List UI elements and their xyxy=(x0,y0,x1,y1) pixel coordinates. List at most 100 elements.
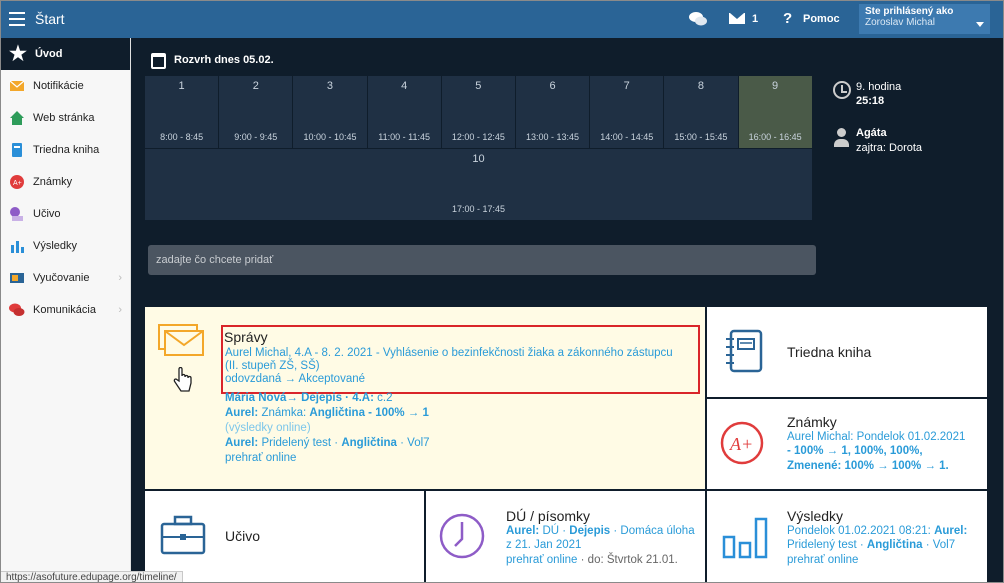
message-sender: Aurel: xyxy=(225,407,259,419)
message-status: odovzdaná → Akceptované xyxy=(225,373,366,385)
homework-tile[interactable]: DÚ / písomky Aurel: DÚ · Dejepis · Domác… xyxy=(426,491,705,582)
curriculum-tile[interactable]: Učivo xyxy=(145,491,424,582)
list-item[interactable]: Aurel: DÚ · Dejepis · Domáca úloha z 21.… xyxy=(506,524,701,553)
grades-title: Známky xyxy=(787,414,837,430)
message-kind: Pridelený test · xyxy=(261,437,339,449)
hamburger-menu-icon[interactable] xyxy=(9,12,25,26)
lesson-number: 1 xyxy=(178,80,185,92)
class-book-tile[interactable]: Triedna kniha xyxy=(707,307,987,397)
book-icon xyxy=(12,143,22,157)
sidebar-item-komunikacia[interactable]: Komunikácia › xyxy=(1,294,130,326)
lesson-cell[interactable]: 1 8:00 - 8:45 xyxy=(145,76,220,148)
sidebar-item-label: Známky xyxy=(33,176,73,188)
list-item[interactable]: Pondelok 01.02.2021 08:21: Aurel: xyxy=(787,524,983,539)
mail-count-badge: 1 xyxy=(752,13,759,25)
play-online-link[interactable]: prehrať online xyxy=(506,554,577,566)
homework-title: DÚ / písomky xyxy=(506,508,591,524)
sidebar-item-uvod[interactable]: ★ Úvod xyxy=(1,38,130,70)
sidebar-item-vysledky[interactable]: Výsledky xyxy=(1,230,130,262)
arrow-text: → xyxy=(286,392,298,404)
grades-line[interactable]: Aurel Michal: Pondelok 01.02.2021 xyxy=(787,430,983,445)
homework-student: Aurel: xyxy=(506,524,540,537)
lesson-cell-current[interactable]: 9 16:00 - 16:45 xyxy=(738,76,813,148)
sidebar-item-label: Úvod xyxy=(34,48,63,60)
sidebar-item-label: Notifikácie xyxy=(33,80,84,92)
help-icon[interactable]: ? xyxy=(783,10,792,27)
mail-icon[interactable] xyxy=(729,13,745,24)
message-sender: Mária Nová xyxy=(225,392,287,404)
chat-icon xyxy=(9,303,25,316)
list-item[interactable]: Mária Nová→ Dejepis · 4.A: c.2 xyxy=(225,391,697,406)
status-bar-url: https://asofuture.edupage.org/timeline/ xyxy=(1,571,183,582)
lesson-number: 9 xyxy=(772,80,779,92)
lesson-number: 3 xyxy=(326,80,334,92)
results-tile[interactable]: Výsledky Pondelok 01.02.2021 08:21: Aure… xyxy=(707,491,987,582)
message-subject-link[interactable]: Aurel Michal, 4.A - 8. 2. 2021 - Vyhláse… xyxy=(225,347,697,360)
grades-changed-label: Zmenené: xyxy=(787,459,842,472)
sidebar-item-ucivo[interactable]: Učivo xyxy=(1,198,130,230)
lesson-number: 6 xyxy=(549,80,556,92)
lesson-time: 14:00 - 14:45 xyxy=(600,132,654,142)
lesson-cell[interactable]: 6 13:00 - 13:45 xyxy=(515,76,591,148)
lesson-time: 11:00 - 11:45 xyxy=(378,132,431,142)
message-rest: · Vol7 xyxy=(400,437,430,449)
messages-tile[interactable]: Správy Aurel Michal, 4.A - 8. 2. 2021 - … xyxy=(145,307,705,489)
homework-subject: Dejepis xyxy=(569,524,611,537)
grades-content: Známky Aurel Michal: Pondelok 01.02.2021… xyxy=(787,415,983,473)
lesson-number: 2 xyxy=(252,80,259,92)
lesson-cell[interactable]: 2 9:00 - 9:45 xyxy=(219,76,294,148)
sidebar-item-web-stranka[interactable]: Web stránka xyxy=(1,102,130,134)
grades-changed-values[interactable]: 100% → 100% → 1. xyxy=(845,460,949,472)
homework-content: DÚ / písomky Aurel: DÚ · Dejepis · Domác… xyxy=(506,509,701,567)
page-title: Štart xyxy=(35,11,65,27)
notebook-icon xyxy=(726,329,763,373)
sidebar-item-znamky[interactable]: A+ Známky xyxy=(1,166,130,198)
grades-values[interactable]: - 100% → 1, 100%, 100%, xyxy=(787,444,983,459)
dashboard-tiles: Správy Aurel Michal, 4.A - 8. 2. 2021 - … xyxy=(145,307,987,582)
lesson-cell[interactable]: 10 17:00 - 17:45 xyxy=(145,148,813,220)
envelope-icon xyxy=(9,80,25,91)
list-item[interactable]: Aurel: Známka: Angličtina - 100% → 1 xyxy=(225,406,697,421)
lesson-cell[interactable]: 8 15:00 - 15:45 xyxy=(664,76,739,148)
lesson-time: 8:00 - 8:45 xyxy=(160,132,204,142)
user-dropdown[interactable]: Ste prihlásený ako Zoroslav Michal xyxy=(859,4,990,34)
hand-cursor-icon xyxy=(173,367,192,392)
chevron-right-icon: › xyxy=(118,272,122,284)
quick-add-input[interactable] xyxy=(148,245,816,275)
lesson-time: 13:00 - 13:45 xyxy=(526,132,580,142)
play-online-link[interactable]: prehrať online xyxy=(787,553,983,568)
clock-icon xyxy=(833,81,851,99)
user-name: Zoroslav Michal xyxy=(865,17,936,28)
chat-bubbles-icon[interactable] xyxy=(689,11,707,27)
teaching-icon xyxy=(10,273,24,283)
sidebar: ★ Úvod Notifikácie Web stránka Triedna k… xyxy=(1,38,131,582)
lesson-cell[interactable]: 5 12:00 - 12:45 xyxy=(441,76,516,148)
lesson-number: 8 xyxy=(697,80,704,92)
sidebar-item-triedna-kniha[interactable]: Triedna kniha xyxy=(1,134,130,166)
calendar-icon xyxy=(151,53,166,69)
message-note[interactable]: (výsledky online) xyxy=(225,421,697,436)
lesson-time: 12:00 - 12:45 xyxy=(451,132,505,142)
help-link[interactable]: Pomoc xyxy=(803,13,840,25)
play-online-link[interactable]: prehrať online xyxy=(225,451,697,466)
message-rest: c.2 xyxy=(377,392,393,404)
bar-chart-icon xyxy=(11,241,24,253)
highlighted-message[interactable]: Aurel Michal, 4.A - 8. 2. 2021 - Vyhláse… xyxy=(225,347,697,386)
results-subject: Angličtina xyxy=(866,539,923,551)
chevron-right-icon: › xyxy=(118,304,122,316)
list-item[interactable]: Pridelený test · Angličtina · Vol7 xyxy=(787,538,983,553)
lesson-cell[interactable]: 3 10:00 - 10:45 xyxy=(293,76,368,148)
grades-tile[interactable]: A+ Známky Aurel Michal: Pondelok 01.02.2… xyxy=(707,399,987,489)
lesson-cell[interactable]: 7 14:00 - 14:45 xyxy=(590,76,665,148)
sidebar-item-vyucovanie[interactable]: Vyučovanie › xyxy=(1,262,130,294)
results-kind: Pridelený test · xyxy=(787,539,864,551)
timetable-grid: 1 8:00 - 8:45 2 9:00 - 9:45 3 10:00 - 10:45… xyxy=(145,76,813,220)
sidebar-item-notifikacie[interactable]: Notifikácie xyxy=(1,70,130,102)
user-label: Ste prihlásený ako xyxy=(865,6,954,17)
svg-text:A+: A+ xyxy=(729,434,753,454)
list-item[interactable]: Aurel: Pridelený test · Angličtina · Vol… xyxy=(225,436,697,451)
lesson-cell[interactable]: 4 11:00 - 11:45 xyxy=(367,76,442,148)
lesson-time: 9:00 - 9:45 xyxy=(234,132,278,142)
sidebar-item-label: Učivo xyxy=(33,208,61,220)
message-kind: Známka: xyxy=(261,407,307,419)
